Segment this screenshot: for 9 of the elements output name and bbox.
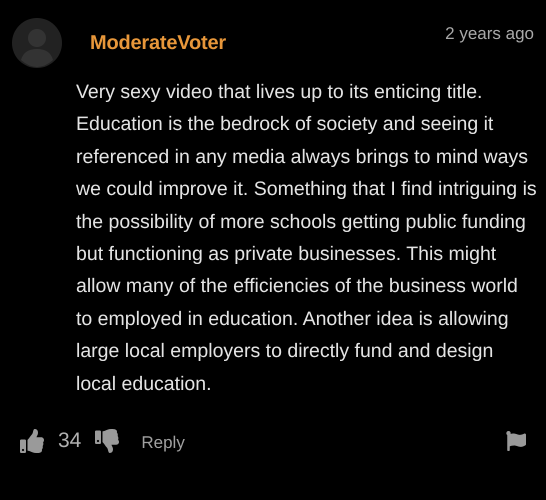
like-icon[interactable] [20,429,44,454]
timestamp: 2 years ago [445,24,534,44]
comment-text: Very sexy video that lives up to its enticing title. Education is the bedrock of society and seeing it referenced in any media always brings to mind ways we could improve it. Something that I find intriguing is the possibility of more schools getting public funding but functioning as private businesses. This might allow many of the efficiencies of the business world to employed in education. Another idea is allowing large local employers to directly fund and design local education. [76,80,538,397]
reply-button[interactable]: Reply [141,433,185,454]
dislike-icon[interactable] [95,429,120,454]
flag-icon[interactable] [506,431,526,452]
avatar-icon [12,18,62,68]
like-count: 34 [58,429,82,454]
username[interactable]: ModerateVoter [90,32,226,54]
